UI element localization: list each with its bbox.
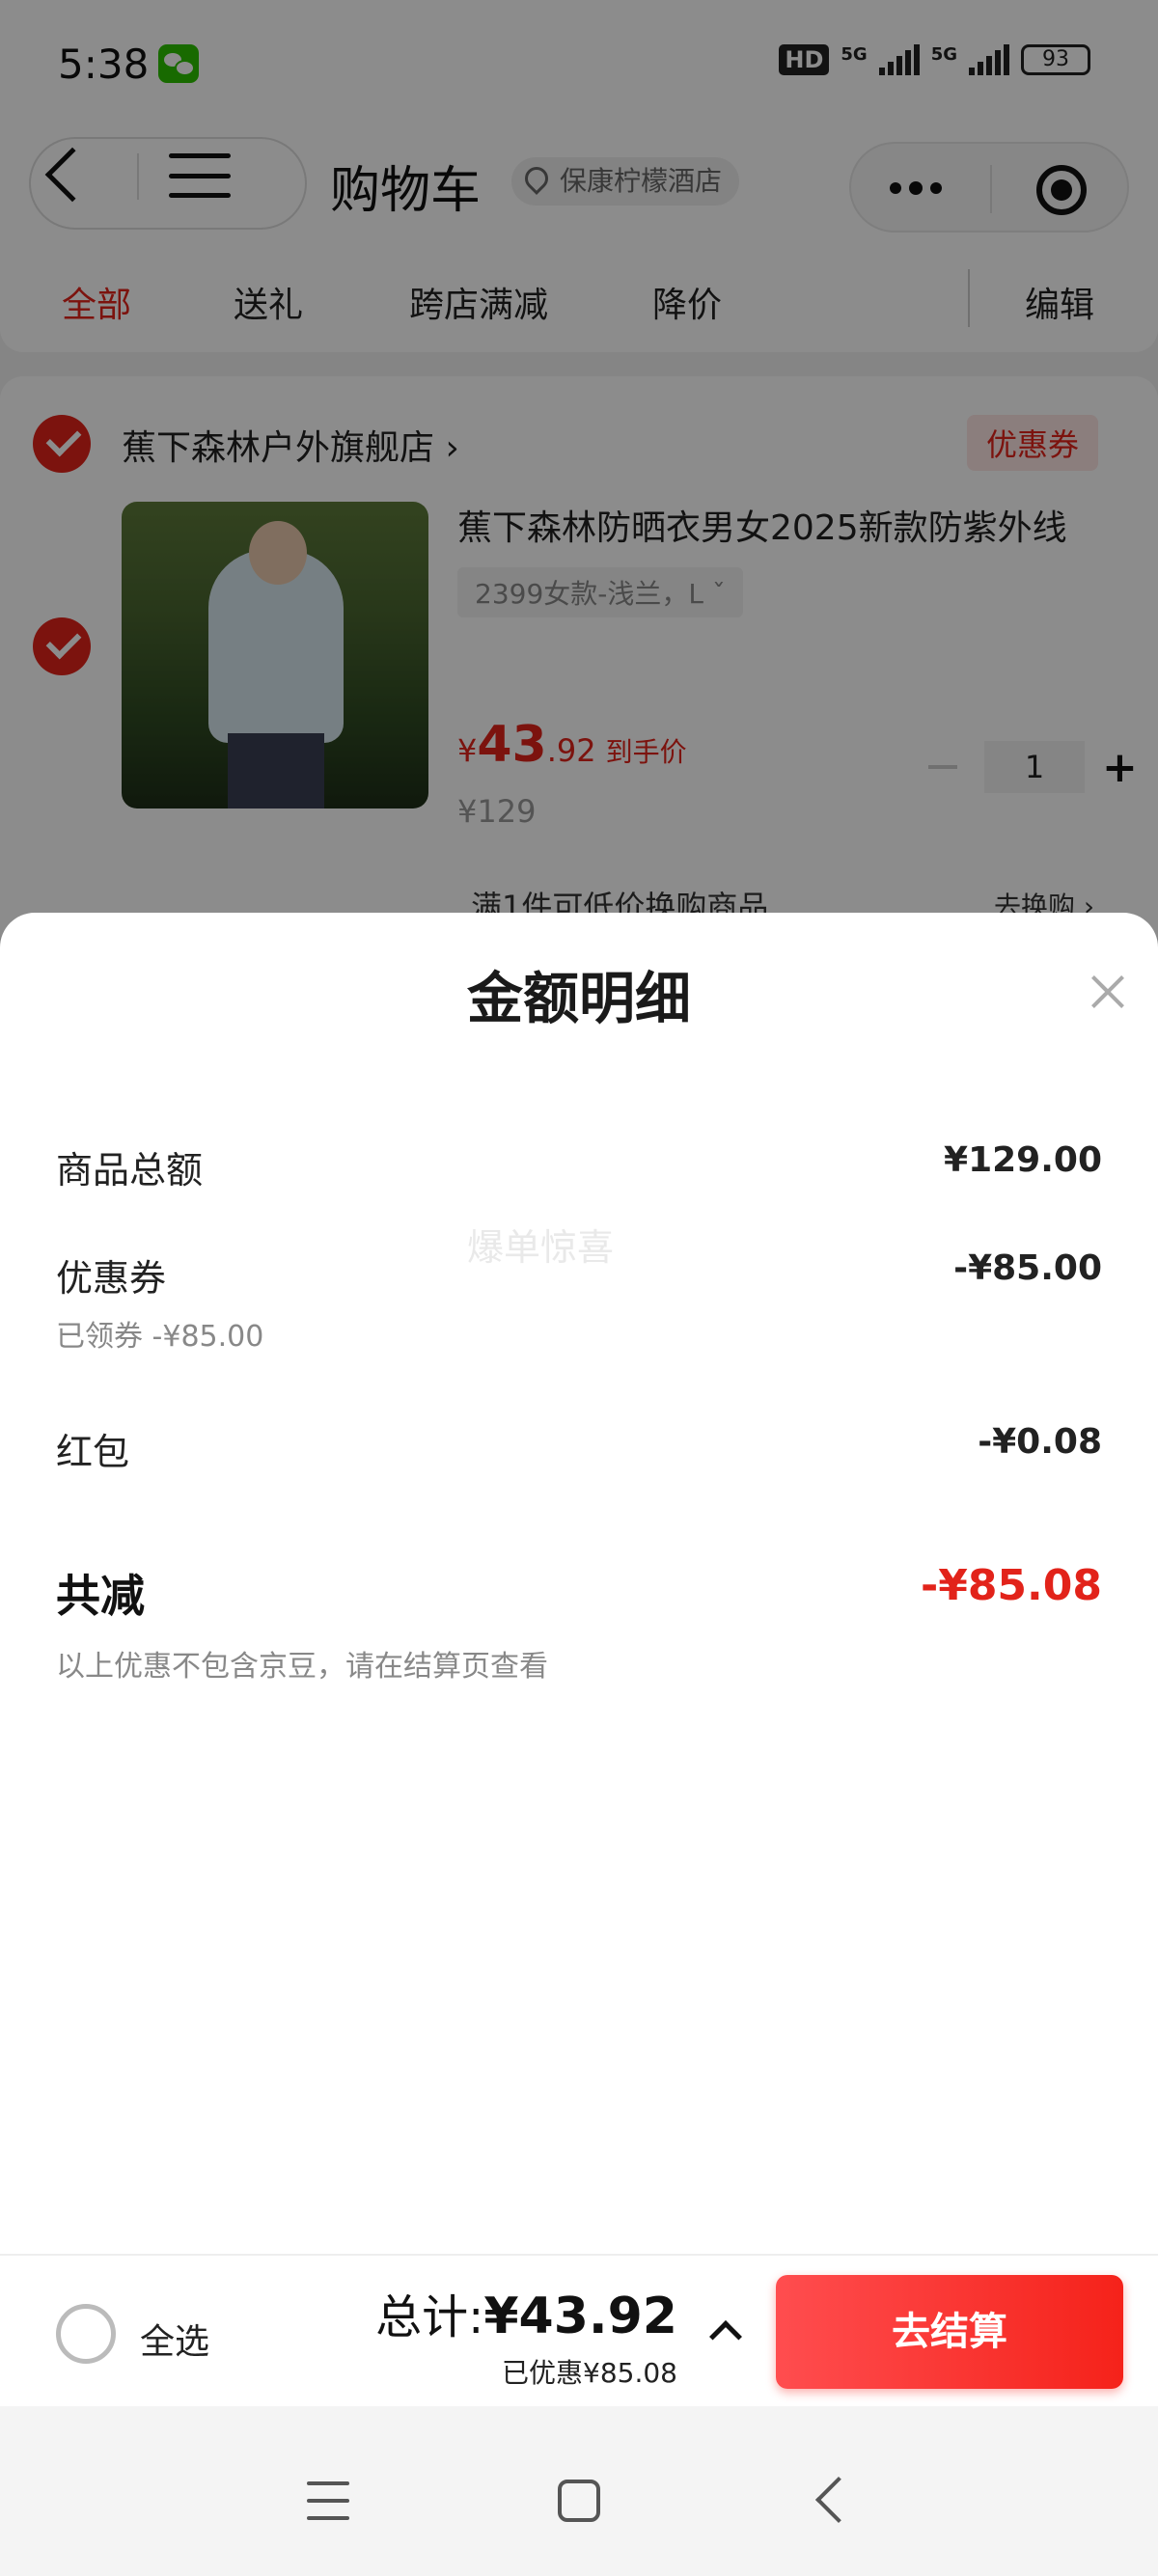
chevron-up-icon[interactable] xyxy=(709,2320,742,2353)
select-all-label[interactable]: 全选 xyxy=(140,2314,209,2364)
row-value: ¥129.00 xyxy=(944,1140,1102,1180)
saved-amount: 已优惠¥85.08 xyxy=(502,2357,677,2389)
checkout-bar: 全选 总计:¥43.92 已优惠¥85.08 去结算 xyxy=(0,2254,1158,2406)
amount-detail-sheet: 金额明细 爆单惊喜 商品总额 ¥129.00 优惠券 -¥85.00 已领券 -… xyxy=(0,913,1158,2254)
discount-note: 以上优惠不包含京豆，请在结算页查看 xyxy=(56,1650,548,1684)
row-label: 商品总额 xyxy=(56,1149,204,1192)
watermark: 爆单惊喜 xyxy=(467,1226,615,1269)
total-value: -¥85.08 xyxy=(920,1561,1102,1610)
row-value: -¥0.08 xyxy=(978,1422,1102,1462)
close-icon[interactable] xyxy=(1087,971,1129,1013)
total-label: 共减 xyxy=(56,1570,145,1622)
system-nav-bar xyxy=(0,2406,1158,2576)
total-prefix: 总计: xyxy=(375,2290,484,2344)
checkout-button[interactable]: 去结算 xyxy=(776,2275,1123,2389)
row-label: 优惠券 xyxy=(56,1257,167,1300)
sheet-title: 金额明细 xyxy=(466,966,691,1031)
total-value: ¥43.92 xyxy=(483,2288,677,2345)
total-amount: 总计:¥43.92 xyxy=(375,2279,677,2346)
row-sublabel: 已领券 -¥85.00 xyxy=(56,1320,264,1354)
system-back-icon[interactable] xyxy=(814,2476,863,2524)
row-value: -¥85.00 xyxy=(953,1248,1102,1288)
home-icon[interactable] xyxy=(558,2480,600,2522)
select-all-checkbox[interactable] xyxy=(56,2304,116,2364)
recent-apps-icon[interactable] xyxy=(307,2481,349,2520)
row-label: 红包 xyxy=(56,1431,130,1473)
